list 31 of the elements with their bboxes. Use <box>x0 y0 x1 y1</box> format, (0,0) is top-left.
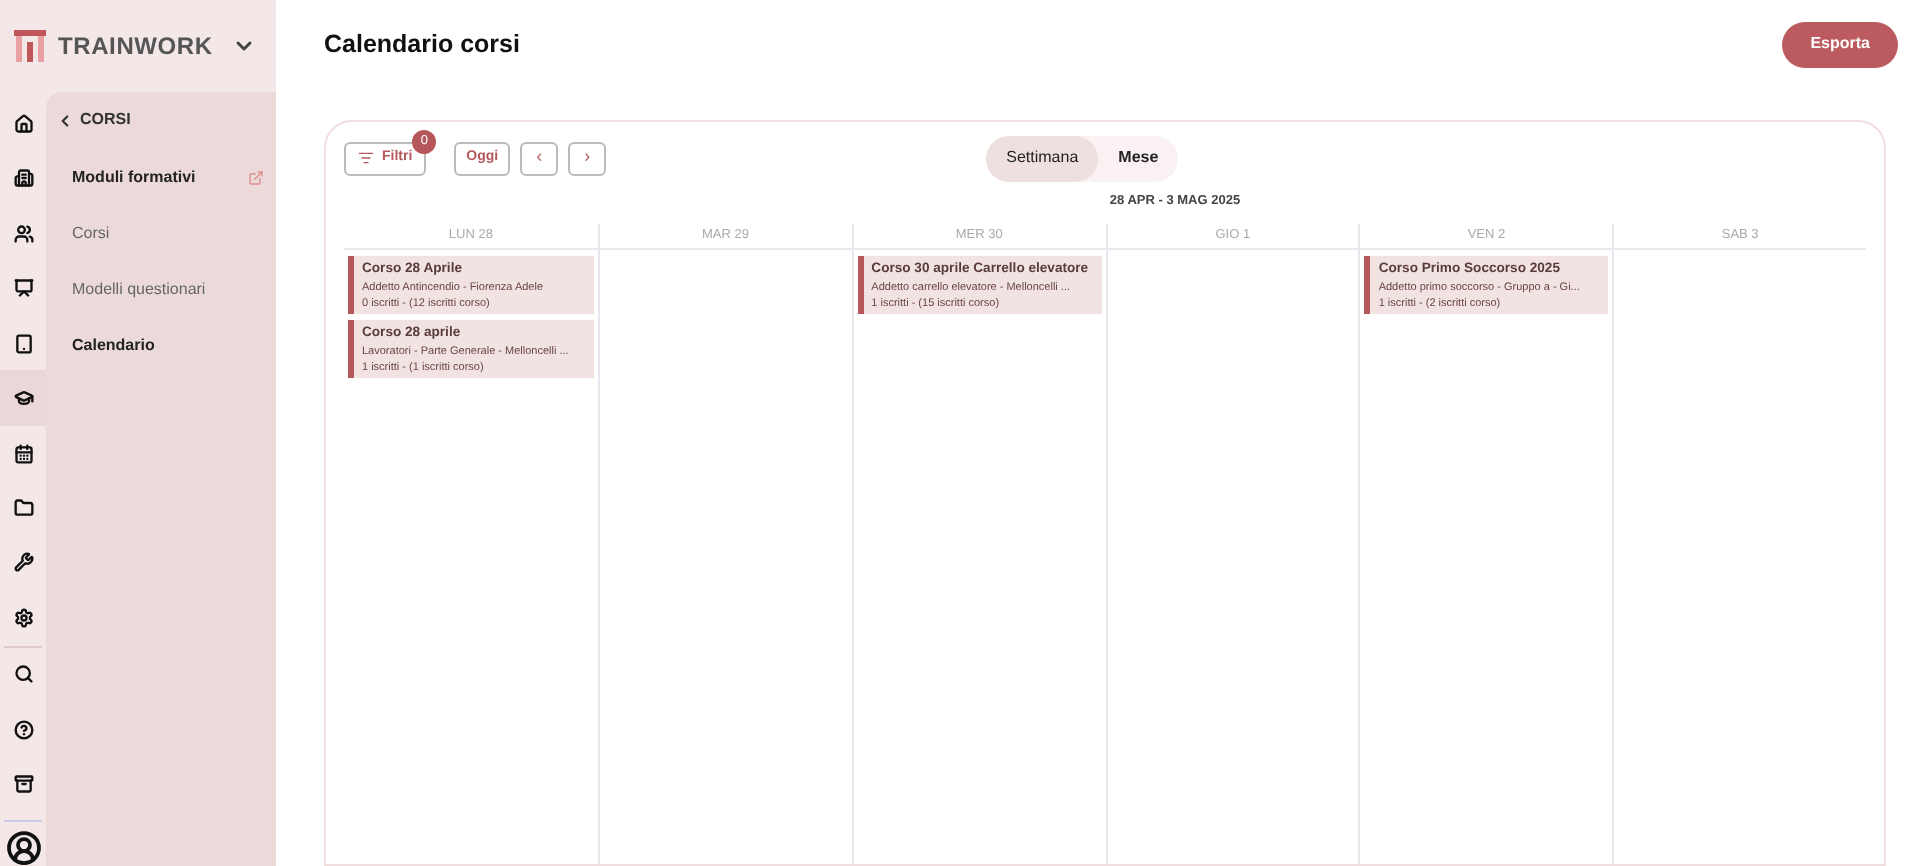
filter-icon <box>358 150 374 166</box>
submenu-item[interactable]: Calendario <box>46 318 276 374</box>
buildings-icon <box>13 168 33 189</box>
view-tab[interactable]: Settimana <box>986 135 1099 181</box>
wrench-icon <box>13 552 33 573</box>
user-avatar-icon[interactable] <box>5 830 41 866</box>
page-title: Calendario corsi <box>324 27 520 62</box>
view-tab[interactable]: Mese <box>1098 135 1179 181</box>
folder-icon <box>13 498 33 519</box>
calendar-icon <box>13 443 33 464</box>
logo-icon <box>14 30 46 62</box>
users-icon <box>13 223 33 244</box>
submenu-item[interactable]: Modelli questionari <box>46 262 276 318</box>
brand-name: TRAINWORK <box>58 30 213 64</box>
back-chevron-icon <box>56 111 74 129</box>
external-link-icon <box>248 170 264 186</box>
presentation-icon <box>13 278 33 299</box>
submenu-item[interactable]: Corsi <box>46 206 276 262</box>
home-icon <box>13 113 33 134</box>
rail-item[interactable] <box>0 370 46 426</box>
back-link[interactable]: CORSI <box>46 108 276 132</box>
search-icon <box>13 664 33 685</box>
tablet-icon <box>13 333 33 354</box>
export-button[interactable]: Esporta <box>1782 21 1898 67</box>
archive-icon <box>13 774 33 795</box>
settings-icon <box>13 607 33 628</box>
help-icon <box>13 719 33 740</box>
graduation-cap-icon <box>13 388 33 409</box>
next-button[interactable]: › <box>568 141 607 175</box>
previous-button[interactable]: ‹ <box>520 141 559 175</box>
submenu-item[interactable]: Moduli formativi <box>46 150 276 206</box>
